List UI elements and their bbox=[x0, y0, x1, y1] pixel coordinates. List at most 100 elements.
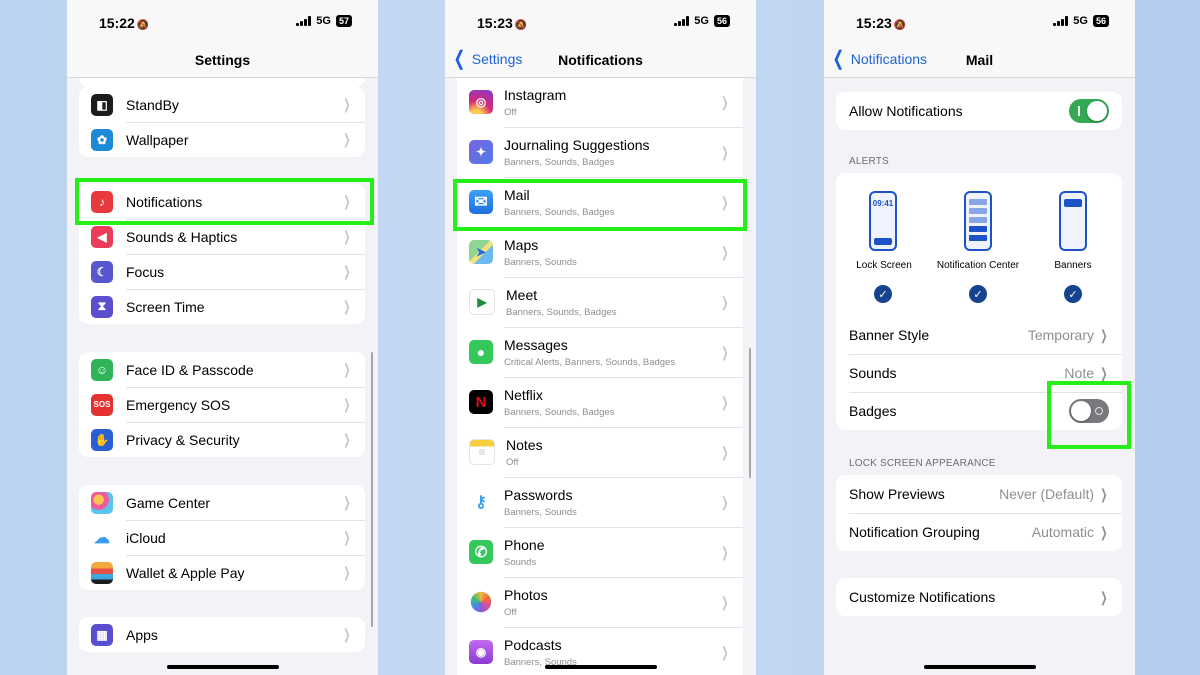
highlight-box-badges bbox=[1047, 381, 1131, 449]
settings-item-apps[interactable]: ▦ Apps ❯ bbox=[79, 617, 365, 652]
nav-bar-backdrop: 15:22 🔕 5G 57 Settings bbox=[67, 0, 378, 78]
app-summary: Banners, Sounds bbox=[504, 506, 577, 518]
notification-center-preview[interactable] bbox=[964, 191, 992, 251]
app-name: Netflix bbox=[504, 386, 543, 403]
battery-icon: 56 bbox=[1092, 15, 1109, 27]
journaling-icon: ✦ bbox=[469, 140, 493, 164]
settings-item-screen-time[interactable]: ⧗ Screen Time ❯ bbox=[79, 289, 365, 324]
toggle-knob bbox=[1087, 101, 1107, 121]
lock-screen-appearance-header: LOCK SCREEN APPEARANCE bbox=[849, 458, 996, 469]
notifications-screen: ◎ Instagram Off ❯ ✦ Journaling Suggestion… bbox=[445, 0, 756, 675]
app-summary: Sounds bbox=[504, 556, 537, 568]
chevron-right-icon: ❯ bbox=[343, 131, 351, 147]
mail-notifications-screen: 15:23 🔕 5G 56 ❮ Notifications Mail Allow N… bbox=[824, 0, 1135, 675]
home-indicator[interactable] bbox=[545, 665, 657, 669]
netflix-icon: N bbox=[469, 390, 493, 414]
settings-item-label: Apps bbox=[126, 626, 158, 643]
settings-item-wallet[interactable]: Wallet & Apple Pay ❯ bbox=[79, 555, 365, 590]
app-row-notes[interactable]: ≡ Notes Off ❯ bbox=[457, 427, 743, 477]
settings-item-label: Screen Time bbox=[126, 298, 205, 315]
settings-item-face-id[interactable]: ☺ Face ID & Passcode ❯ bbox=[79, 352, 365, 387]
network-label: 5G bbox=[694, 15, 709, 27]
nav-bar: 15:23 🔕 5G 56 ❮ Settings Notifications bbox=[445, 0, 756, 78]
chevron-right-icon: ❯ bbox=[1100, 588, 1108, 605]
silent-bell-icon: 🔕 bbox=[893, 20, 907, 31]
chevron-right-icon: ❯ bbox=[343, 626, 351, 642]
settings-item-label: iCloud bbox=[126, 529, 166, 546]
customize-notifications-row[interactable]: Customize Notifications ❯ bbox=[836, 578, 1122, 616]
silent-bell-icon: 🔕 bbox=[136, 20, 150, 31]
customize-group: Customize Notifications ❯ bbox=[836, 578, 1122, 616]
settings-item-standby[interactable]: ◧ StandBy ❯ bbox=[79, 87, 365, 122]
notes-icon: ≡ bbox=[469, 439, 495, 465]
network-label: 5G bbox=[1073, 15, 1088, 27]
status-time: 15:23 🔕 bbox=[477, 15, 528, 31]
podcasts-icon: ◉ bbox=[469, 640, 493, 664]
app-notification-list: ◎ Instagram Off ❯ ✦ Journaling Suggestion… bbox=[457, 77, 743, 675]
app-summary: Off bbox=[504, 606, 517, 618]
chevron-right-icon: ❯ bbox=[343, 431, 351, 447]
chevron-right-icon: ❯ bbox=[1100, 485, 1108, 502]
settings-item-focus[interactable]: ☾ Focus ❯ bbox=[79, 254, 365, 289]
settings-group-apps: ▦ Apps ❯ bbox=[79, 617, 365, 652]
settings-item-game-center[interactable]: Game Center ❯ bbox=[79, 485, 365, 520]
lock-screen-check-icon[interactable]: ✓ bbox=[874, 285, 892, 303]
show-previews-label: Show Previews bbox=[849, 486, 945, 502]
banners-preview[interactable] bbox=[1059, 191, 1087, 251]
allow-notifications-toggle[interactable] bbox=[1069, 99, 1109, 123]
chevron-right-icon: ❯ bbox=[343, 263, 351, 279]
app-row-phone[interactable]: ✆ Phone Sounds ❯ bbox=[457, 527, 743, 577]
notification-grouping-row[interactable]: Notification Grouping Automatic ❯ bbox=[836, 513, 1122, 551]
chevron-right-icon: ❯ bbox=[721, 343, 729, 360]
banner-style-row[interactable]: Banner Style Temporary ❯ bbox=[836, 316, 1122, 354]
standby-icon: ◧ bbox=[91, 93, 113, 116]
app-name: Phone bbox=[504, 536, 545, 553]
app-name: Notes bbox=[506, 436, 543, 453]
app-name: Messages bbox=[504, 336, 568, 353]
app-row-netflix[interactable]: N Netflix Banners, Sounds, Badges ❯ bbox=[457, 377, 743, 427]
app-row-instagram[interactable]: ◎ Instagram Off ❯ bbox=[457, 77, 743, 127]
scrollbar[interactable] bbox=[371, 352, 373, 627]
home-indicator[interactable] bbox=[167, 665, 279, 669]
silent-bell-icon: 🔕 bbox=[514, 20, 528, 31]
show-previews-row[interactable]: Show Previews Never (Default) ❯ bbox=[836, 475, 1122, 513]
status-indicators: 5G 56 bbox=[1053, 15, 1109, 27]
sounds-value: Note bbox=[1064, 365, 1094, 381]
settings-group-display: ◧ StandBy ❯ ✿ Wallpaper ❯ bbox=[79, 87, 365, 157]
app-row-journaling[interactable]: ✦ Journaling Suggestions Banners, Sounds,… bbox=[457, 127, 743, 177]
status-time: 15:23 🔕 bbox=[856, 15, 907, 31]
app-row-messages[interactable]: ● Messages Critical Alerts, Banners, Soun… bbox=[457, 327, 743, 377]
notification-center-check-icon[interactable]: ✓ bbox=[969, 285, 987, 303]
chevron-right-icon: ❯ bbox=[721, 593, 729, 610]
photos-icon bbox=[470, 591, 492, 613]
app-row-passwords[interactable]: ⚷ Passwords Banners, Sounds ❯ bbox=[457, 477, 743, 527]
scrollbar[interactable] bbox=[749, 348, 751, 478]
app-row-photos[interactable]: Photos Off ❯ bbox=[457, 577, 743, 627]
home-indicator[interactable] bbox=[924, 665, 1036, 669]
signal-bars-icon bbox=[296, 16, 312, 26]
app-row-maps[interactable]: ➤ Maps Banners, Sounds ❯ bbox=[457, 227, 743, 277]
wallpaper-icon: ✿ bbox=[91, 128, 113, 151]
chevron-right-icon: ❯ bbox=[343, 298, 351, 314]
lock-screen-preview-time: 09:41 bbox=[872, 199, 894, 208]
sos-icon: SOS bbox=[91, 393, 113, 416]
settings-item-wallpaper[interactable]: ✿ Wallpaper ❯ bbox=[79, 122, 365, 157]
passwords-key-icon: ⚷ bbox=[469, 490, 493, 514]
chevron-right-icon: ❯ bbox=[343, 529, 351, 545]
app-summary: Critical Alerts, Banners, Sounds, Badges bbox=[504, 356, 676, 368]
settings-item-icloud[interactable]: ☁ iCloud ❯ bbox=[79, 520, 365, 555]
face-id-icon: ☺ bbox=[91, 358, 113, 381]
settings-item-emergency-sos[interactable]: SOS Emergency SOS ❯ bbox=[79, 387, 365, 422]
settings-item-privacy[interactable]: ✋ Privacy & Security ❯ bbox=[79, 422, 365, 457]
app-summary: Off bbox=[504, 106, 517, 118]
settings-group-accounts: Game Center ❯ ☁ iCloud ❯ Wallet & Apple … bbox=[79, 485, 365, 590]
chevron-right-icon: ❯ bbox=[721, 543, 729, 560]
signal-bars-icon bbox=[674, 16, 690, 26]
nc-bar bbox=[969, 226, 987, 232]
app-row-meet[interactable]: ▶ Meet Banners, Sounds, Badges ❯ bbox=[457, 277, 743, 327]
app-summary: Banners, Sounds, Badges bbox=[504, 156, 615, 168]
lock-screen-preview[interactable]: 09:41 bbox=[869, 191, 897, 251]
settings-item-label: Privacy & Security bbox=[126, 431, 240, 448]
banners-check-icon[interactable]: ✓ bbox=[1064, 285, 1082, 303]
status-indicators: 5G 56 bbox=[674, 15, 730, 27]
